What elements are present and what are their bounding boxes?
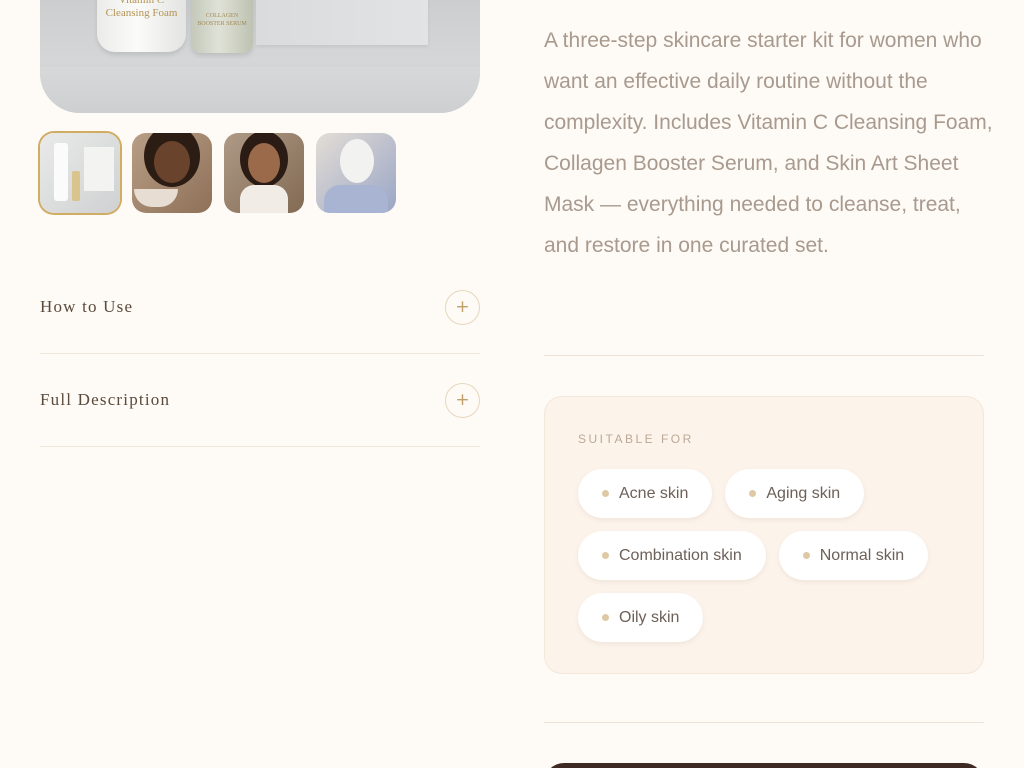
chip-acne-skin: Acne skin xyxy=(578,469,713,518)
accordion-how-to-use[interactable]: How to Use + xyxy=(40,261,480,354)
foam-label: Vitamin C Cleansing Foam xyxy=(105,0,178,19)
plus-icon[interactable]: + xyxy=(445,382,480,418)
cleansing-foam-bottle: Vitamin C Cleansing Foam xyxy=(97,0,186,52)
sheet-mask-pack xyxy=(256,0,428,45)
chip-normal-skin: Normal skin xyxy=(778,531,929,580)
chip-oily-skin: Oily skin xyxy=(578,593,704,642)
product-hero-image: Vitamin C Cleansing Foam COLLAGEN BOOSTE… xyxy=(40,0,480,113)
chip-aging-skin: Aging skin xyxy=(725,469,865,518)
serum-label: COLLAGEN BOOSTER SERUM xyxy=(197,13,247,27)
thumbnail-cleansing[interactable] xyxy=(132,133,212,213)
dot-icon xyxy=(602,552,609,559)
serum-bottle: COLLAGEN BOOSTER SERUM xyxy=(191,0,253,53)
skin-type-chips: Acne skin Aging skin Combination skin No… xyxy=(578,469,968,642)
suitable-for-panel: SUITABLE FOR Acne skin Aging skin Combin… xyxy=(544,396,984,674)
accordion-title: Full Description xyxy=(40,390,171,409)
thumbnail-serum[interactable] xyxy=(224,133,304,213)
dot-icon xyxy=(602,614,609,621)
plus-icon[interactable]: + xyxy=(445,289,480,325)
dot-icon xyxy=(802,552,810,559)
accordion-title: How to Use xyxy=(40,297,134,316)
suitable-for-heading: SUITABLE FOR xyxy=(578,432,694,446)
dot-icon xyxy=(602,490,609,497)
thumbnail-gallery xyxy=(40,133,396,213)
divider xyxy=(544,722,984,723)
product-accordion: How to Use + Full Description + xyxy=(40,261,480,447)
product-description: A three-step skincare starter kit for wo… xyxy=(544,29,993,257)
chip-combination-skin: Combination skin xyxy=(578,531,766,580)
add-to-cart-button[interactable] xyxy=(544,763,984,768)
accordion-full-description[interactable]: Full Description + xyxy=(40,354,480,447)
thumbnail-mask[interactable] xyxy=(316,133,396,213)
divider xyxy=(544,355,984,356)
dot-icon xyxy=(749,490,757,497)
product-page: Vitamin C Cleansing Foam COLLAGEN BOOSTE… xyxy=(0,0,1024,768)
thumbnail-kit[interactable] xyxy=(40,133,120,213)
